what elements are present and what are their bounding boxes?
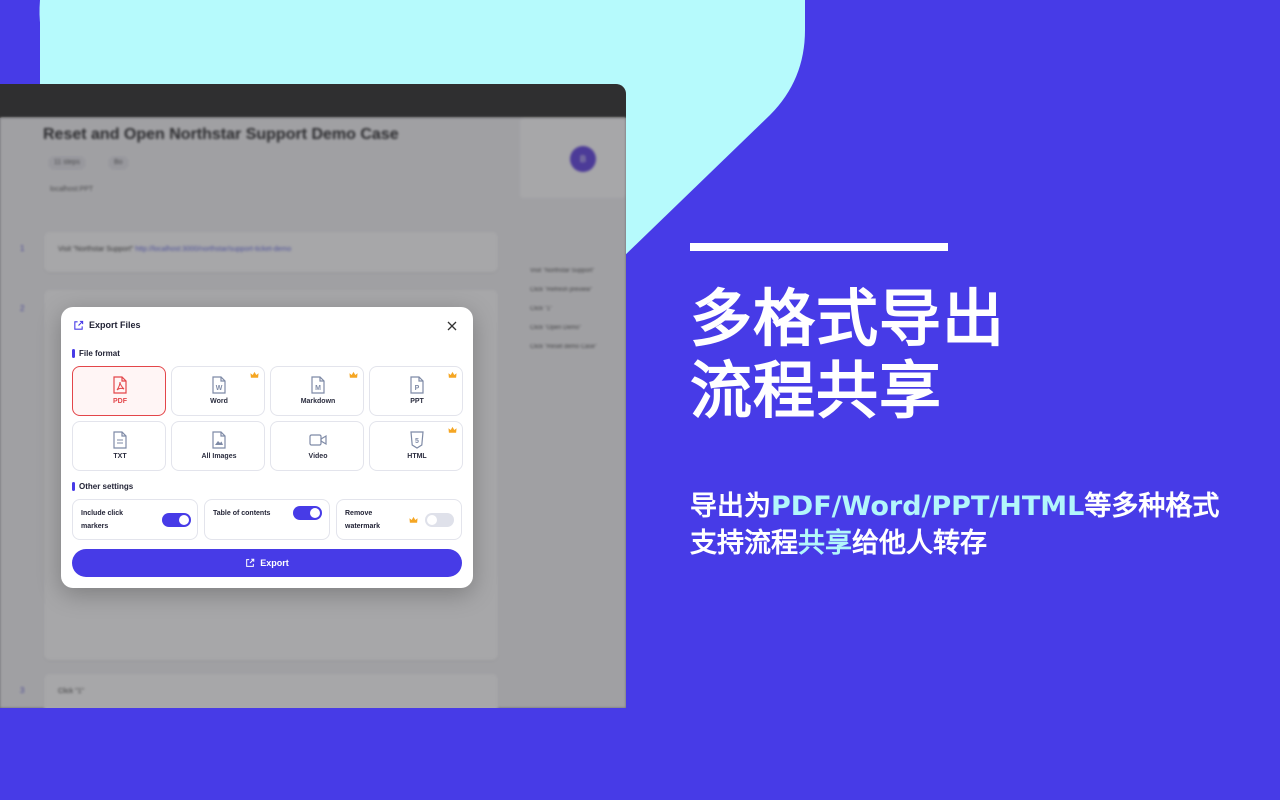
subheadline-text: 支持流程: [690, 528, 798, 559]
subheadline-highlight: PDF/Word/PPT/HTML: [771, 491, 1085, 522]
premium-crown-icon: [250, 371, 259, 378]
export-button[interactable]: Export: [72, 549, 462, 577]
format-option-txt[interactable]: TXT: [72, 421, 166, 471]
file-format-section: File format: [72, 349, 120, 358]
format-option-video[interactable]: Video: [270, 421, 364, 471]
section-title: Other settings: [79, 482, 134, 491]
subheadline-text: 导出为: [690, 491, 771, 522]
video-icon: [309, 434, 327, 446]
section-marker: [72, 482, 75, 491]
setting-label: watermark: [345, 523, 381, 530]
table-of-contents-toggle[interactable]: [293, 506, 322, 520]
close-icon[interactable]: [445, 319, 459, 333]
dialog-header: Export Files: [73, 318, 141, 332]
accent-line: [690, 243, 948, 251]
premium-crown-icon: [448, 371, 457, 378]
format-label: TXT: [113, 453, 127, 460]
txt-file-icon: [113, 431, 127, 449]
subheadline-text: 等多种格式: [1084, 491, 1220, 522]
format-label: PPT: [410, 398, 424, 405]
include-click-markers-toggle[interactable]: [162, 513, 191, 527]
headline-line: 流程共享: [690, 354, 943, 427]
subheadline: 导出为PDF/Word/PPT/HTML等多种格式: [690, 484, 1219, 523]
remove-watermark-toggle[interactable]: [425, 513, 454, 527]
setting-label: Table of contents: [213, 510, 271, 517]
section-marker: [72, 349, 75, 358]
setting-label: Remove: [345, 510, 373, 517]
setting-label: Include click: [81, 510, 124, 517]
format-label: Word: [210, 398, 228, 405]
format-label: Video: [308, 453, 328, 460]
html5-icon: 5: [410, 431, 424, 449]
headline-line: 多格式导出: [690, 282, 1006, 355]
premium-crown-icon: [409, 516, 418, 523]
premium-crown-icon: [349, 371, 358, 378]
format-label: HTML: [407, 453, 427, 460]
export-icon: [74, 320, 84, 330]
premium-crown-icon: [448, 426, 457, 433]
format-label: All Images: [201, 453, 237, 460]
pdf-file-icon: [113, 376, 127, 394]
setting-include-click-markers: Include click markers: [72, 499, 198, 540]
svg-text:P: P: [415, 385, 420, 392]
format-option-html[interactable]: 5 HTML: [369, 421, 463, 471]
dialog-title: Export Files: [89, 320, 141, 330]
export-icon: [246, 558, 255, 567]
window-titlebar: [0, 84, 626, 118]
other-settings-section: Other settings: [72, 482, 133, 491]
setting-remove-watermark: Remove watermark: [336, 499, 462, 540]
svg-text:W: W: [216, 385, 223, 392]
format-label: PDF: [113, 398, 127, 405]
format-option-markdown[interactable]: M Markdown: [270, 366, 364, 416]
word-file-icon: W: [212, 376, 226, 394]
svg-text:M: M: [315, 385, 321, 392]
format-option-word[interactable]: W Word: [171, 366, 265, 416]
subheadline-text: 给他人转存: [852, 528, 987, 559]
subheadline: 支持流程共享给他人转存: [690, 521, 987, 560]
section-title: File format: [79, 349, 120, 358]
markdown-file-icon: M: [311, 376, 325, 394]
format-option-ppt[interactable]: P PPT: [369, 366, 463, 416]
export-dialog: Export Files File format PDF W Word M Ma…: [61, 307, 473, 588]
ppt-file-icon: P: [410, 376, 424, 394]
setting-label: markers: [81, 523, 109, 530]
format-option-pdf[interactable]: PDF: [72, 366, 166, 416]
svg-text:5: 5: [415, 438, 419, 445]
format-label: Markdown: [300, 398, 336, 405]
headline: 多格式导出 流程共享: [690, 283, 1005, 427]
setting-table-of-contents: Table of contents: [204, 499, 330, 540]
format-option-all-images[interactable]: All Images: [171, 421, 265, 471]
images-file-icon: [212, 431, 226, 449]
export-button-label: Export: [260, 558, 289, 568]
subheadline-highlight: 共享: [798, 528, 852, 559]
